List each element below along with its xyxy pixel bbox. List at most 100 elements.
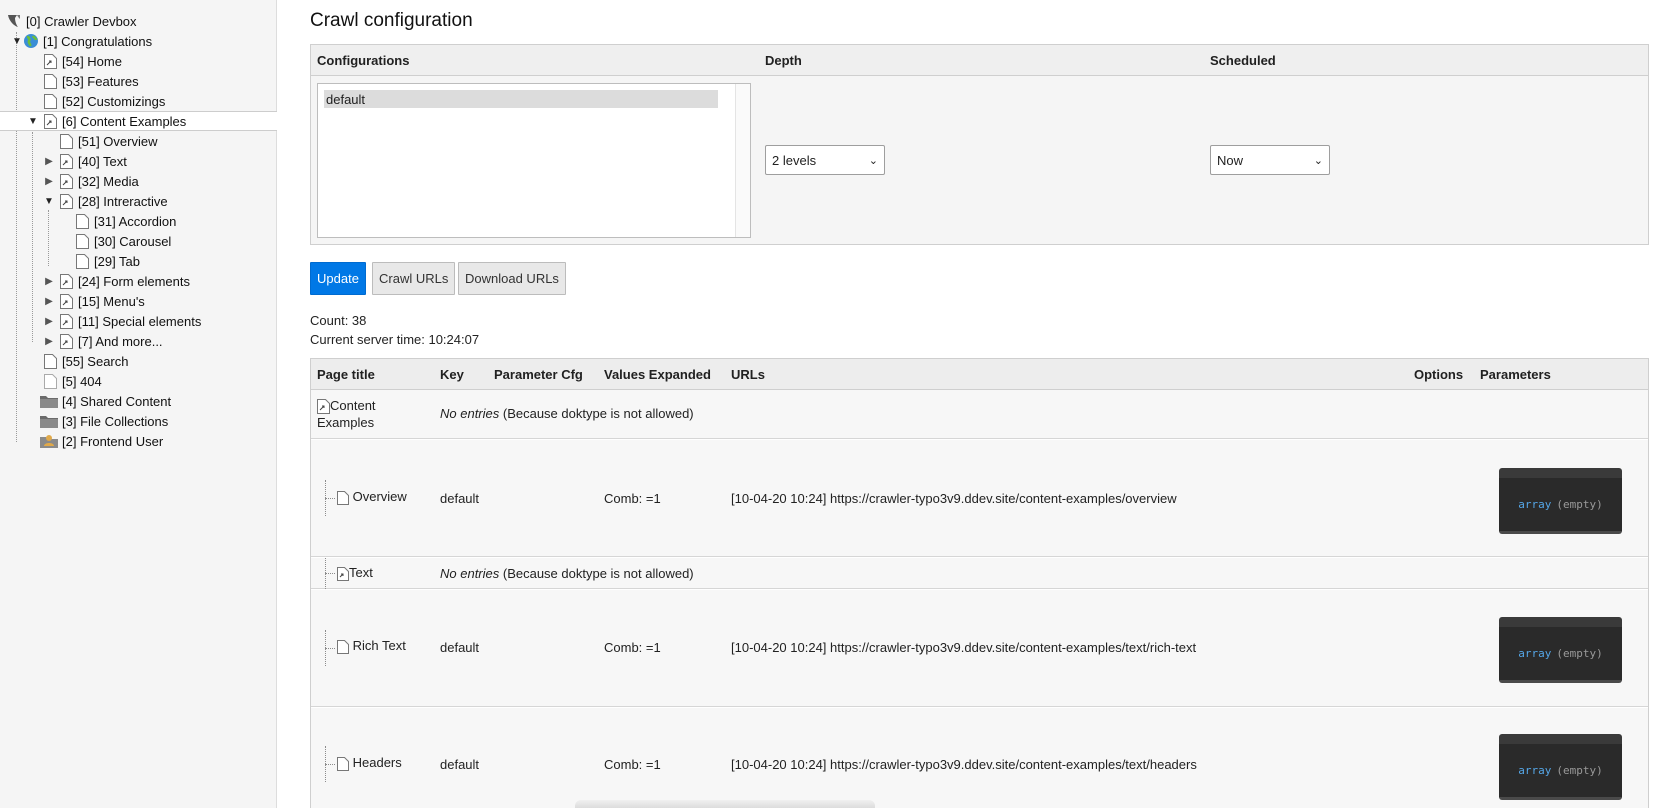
tree-node-label: [0] Crawler Devbox [26,13,137,29]
col-page-title: Page title [317,367,375,382]
collapse-triangle-icon[interactable]: ▼ [11,36,23,47]
tree-node-special-elements[interactable]: ▶ [11] Special elements [0,311,277,331]
col-key: Key [440,367,464,382]
count-text: Count: 38 [310,313,367,328]
page-icon [74,213,90,229]
tree-node-label: [53] Features [62,73,139,89]
depth-header: Depth [765,53,802,68]
expand-triangle-icon[interactable]: ▶ [43,176,55,187]
tree-node-root[interactable]: [0] Crawler Devbox [0,11,277,31]
crawl-config-panel: Configurations Depth Scheduled default 2… [310,44,1649,245]
dump-value: (empty) [1556,647,1603,660]
page-icon [42,353,58,369]
url-cell[interactable]: [10-04-20 10:24] https://crawler-typo3v9… [731,491,1177,506]
url-cell[interactable]: [10-04-20 10:24] https://crawler-typo3v9… [731,757,1197,772]
key-cell: default [440,491,480,506]
config-header: Configurations Depth Scheduled [311,45,1648,76]
shortcut-page-icon [337,566,349,581]
url-cell[interactable]: [10-04-20 10:24] https://crawler-typo3v9… [731,640,1196,655]
tree-node-congratulations[interactable]: ▼ [1] Congratulations [0,31,277,51]
tree-connector [325,573,335,574]
depth-select[interactable]: 2 levels ⌄ [765,145,885,175]
no-entries-label: No entries [440,566,500,581]
page-tree: [0] Crawler Devbox ▼ [1] Congratulations… [0,0,277,808]
configurations-select[interactable]: default [317,83,751,238]
folder-icon [40,393,58,409]
shortcut-page-icon [58,333,74,349]
page-icon [42,73,58,89]
page-title-cell: Overview [337,489,407,505]
expand-triangle-icon[interactable]: ▶ [43,316,55,327]
shortcut-page-icon [58,313,74,329]
main-content: Crawl configuration Configurations Depth… [310,0,1657,808]
tree-node-intreractive[interactable]: ▼ [28] Intreractive [0,191,277,211]
table-header: Page title Key Parameter Cfg Values Expa… [311,359,1648,390]
no-entries-label: No entries [440,406,500,421]
tree-node-frontend-user[interactable]: [2] Frontend User [0,431,277,451]
page-title-text: Rich Text [352,638,406,653]
page-icon [42,93,58,109]
tree-node-label: [6] Content Examples [62,113,187,129]
scheduled-select[interactable]: Now ⌄ [1210,145,1330,175]
shortcut-page-icon [42,113,58,129]
expand-triangle-icon[interactable]: ▶ [43,156,55,167]
page-title-cell: Rich Text [337,638,406,654]
page-icon [337,639,349,654]
configurations-scrollbar[interactable] [735,84,750,237]
tree-node-label: [24] Form elements [78,273,190,289]
tree-node-search[interactable]: [55] Search [0,351,277,371]
shortcut-page-icon [42,53,58,69]
collapse-triangle-icon[interactable]: ▼ [43,196,55,207]
update-button[interactable]: Update [310,262,366,295]
col-urls: URLs [731,367,765,382]
tree-node-content-examples[interactable]: ▼ [6] Content Examples [0,111,277,131]
page-title-text: Headers [352,755,402,770]
tree-connector [325,764,335,765]
shortcut-page-icon [58,193,74,209]
crawl-urls-button[interactable]: Crawl URLs [372,262,456,295]
tree-node-label: [51] Overview [78,133,158,149]
scheduled-header: Scheduled [1210,53,1276,68]
dump-value: (empty) [1556,764,1603,777]
tree-node-file-collections[interactable]: [3] File Collections [0,411,277,431]
tree-node-shared-content[interactable]: [4] Shared Content [0,391,277,411]
tree-node-label: [30] Carousel [94,233,172,249]
tree-node-label: [5] 404 [62,373,102,389]
chevron-down-icon: ⌄ [868,154,878,167]
tree-node-404[interactable]: [5] 404 [0,371,277,391]
tree-node-menus[interactable]: ▶ [15] Menu's [0,291,277,311]
dump-type: array [1518,498,1552,511]
download-urls-button[interactable]: Download URLs [458,262,566,295]
shortcut-page-icon [317,399,330,415]
page-icon [337,490,349,505]
configurations-header: Configurations [317,53,410,68]
tree-node-features[interactable]: [53] Features [0,71,277,91]
tree-node-accordion[interactable]: [31] Accordion [0,211,277,231]
expand-triangle-icon[interactable]: ▶ [43,336,55,347]
tree-node-carousel[interactable]: [30] Carousel [0,231,277,251]
tree-node-label: [2] Frontend User [62,433,164,449]
tree-node-tab[interactable]: [29] Tab [0,251,277,271]
tree-node-overview[interactable]: [51] Overview [0,131,277,151]
collapse-triangle-icon[interactable]: ▼ [27,116,39,127]
expand-triangle-icon[interactable]: ▶ [43,296,55,307]
col-values-expanded: Values Expanded [604,367,711,382]
tree-node-home[interactable]: [54] Home [0,51,277,71]
tree-node-form-elements[interactable]: ▶ [24] Form elements [0,271,277,291]
page-icon [42,373,58,389]
configuration-option[interactable]: default [324,90,718,108]
chevron-down-icon: ⌄ [1313,154,1323,167]
page-title-cell: Text [337,565,373,581]
tree-node-label: [3] File Collections [62,413,169,429]
page-icon [74,233,90,249]
tree-node-media[interactable]: ▶ [32] Media [0,171,277,191]
tree-node-customizings[interactable]: [52] Customizings [0,91,277,111]
key-cell: default [440,757,480,772]
shortcut-page-icon [58,153,74,169]
expand-triangle-icon[interactable]: ▶ [43,276,55,287]
tree-node-label: [40] Text [78,153,127,169]
tree-node-and-more[interactable]: ▶ [7] And more... [0,331,277,351]
horizontal-scroll-indicator[interactable] [575,800,875,808]
tree-node-label: [7] And more... [78,333,163,349]
tree-node-text[interactable]: ▶ [40] Text [0,151,277,171]
